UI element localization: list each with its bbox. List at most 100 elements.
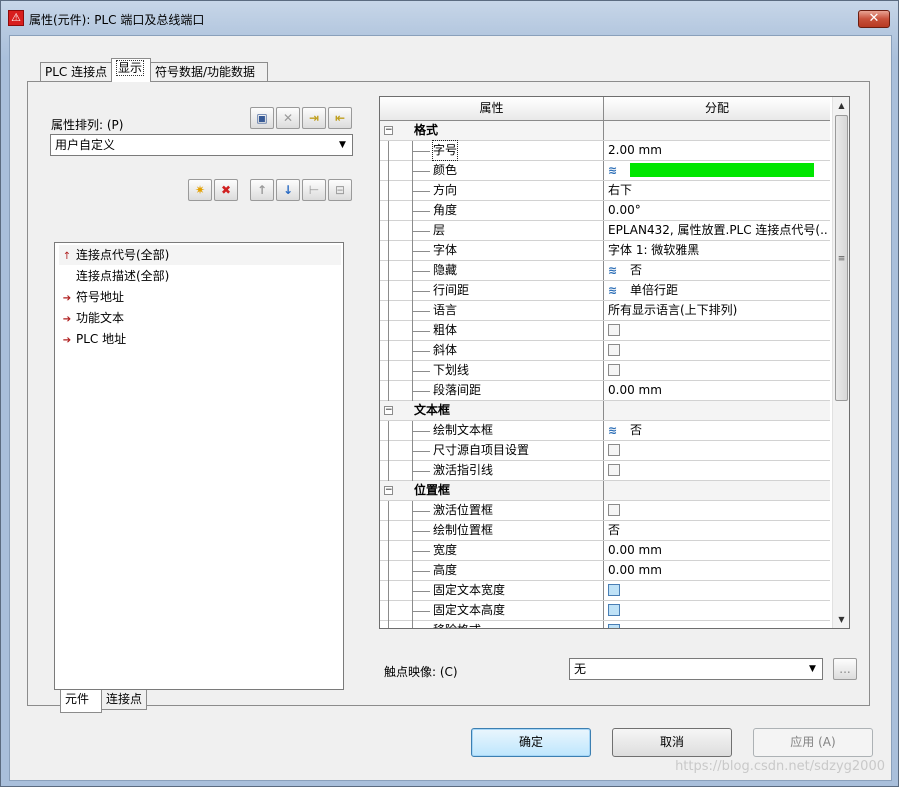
property-value-cell[interactable]	[606, 401, 828, 420]
property-value-cell[interactable]	[606, 581, 828, 600]
property-value-cell[interactable]: ≋ 否	[606, 261, 828, 280]
grid-category-row[interactable]: − 格式	[380, 121, 830, 141]
grid-property-row[interactable]: 行间距 ≋ 单倍行距	[380, 281, 830, 301]
checkbox[interactable]	[608, 443, 620, 456]
property-grid[interactable]: 属性 分配 − 格式 字号 2.00 mm 颜色 ≋ 方向 右下 角度 0.00° 层 EPLAN43…	[379, 96, 850, 629]
property-value-cell[interactable]: 所有显示语言(上下排列)	[606, 301, 828, 320]
close-button[interactable]: ✕	[858, 10, 890, 28]
grid-category-row[interactable]: − 位置框	[380, 481, 830, 501]
column-header-value[interactable]: 分配	[604, 97, 830, 120]
collapse-icon[interactable]: −	[384, 126, 393, 135]
grid-property-row[interactable]: 斜体	[380, 341, 830, 361]
grid-property-row[interactable]: 隐藏 ≋ 否	[380, 261, 830, 281]
grid-property-row[interactable]: 角度 0.00°	[380, 201, 830, 221]
property-value-cell[interactable]	[606, 501, 828, 520]
browse-button[interactable]: ...	[833, 658, 857, 680]
tab-display[interactable]: 显示	[111, 58, 151, 82]
collapse-icon[interactable]: −	[384, 406, 393, 415]
collapse-icon[interactable]: −	[384, 486, 393, 495]
grid-property-row[interactable]: 移除格式	[380, 621, 830, 628]
property-value-cell[interactable]: 2.00 mm	[606, 141, 828, 160]
scroll-down-icon[interactable]: ▼	[833, 611, 849, 628]
checkbox[interactable]	[608, 463, 620, 476]
grid-property-row[interactable]: 段落间距 0.00 mm	[380, 381, 830, 401]
delete-icon[interactable]: ✖	[214, 179, 238, 201]
separate-icon[interactable]: ⊢	[302, 179, 326, 201]
tab-component[interactable]: 元件	[60, 690, 102, 713]
import-icon[interactable]: ⇥	[302, 107, 326, 129]
checkbox[interactable]	[608, 363, 620, 376]
merge-icon[interactable]: ⊟	[328, 179, 352, 201]
grid-property-row[interactable]: 绘制位置框 否	[380, 521, 830, 541]
grid-property-row[interactable]: 下划线	[380, 361, 830, 381]
title-bar[interactable]: ⚠ 属性(元件): PLC 端口及总线端口 ✕	[1, 1, 898, 35]
property-value-cell[interactable]	[606, 361, 828, 380]
grid-property-row[interactable]: 固定文本高度	[380, 601, 830, 621]
grid-property-row[interactable]: 颜色 ≋	[380, 161, 830, 181]
property-value-cell[interactable]: 字体 1: 微软雅黑	[606, 241, 828, 260]
property-value-cell[interactable]	[606, 441, 828, 460]
checkbox[interactable]	[608, 323, 620, 336]
grid-property-row[interactable]: 激活位置框	[380, 501, 830, 521]
scroll-thumb[interactable]: ≡	[835, 115, 848, 401]
property-value-cell[interactable]: 右下	[606, 181, 828, 200]
property-value-cell[interactable]: EPLAN432, 属性放置.PLC 连接点代号(...	[606, 221, 828, 240]
tab-symbol-function-data[interactable]: 符号数据/功能数据	[150, 62, 268, 82]
column-header-property[interactable]: 属性	[380, 97, 604, 120]
property-value-cell[interactable]	[606, 121, 828, 140]
cancel-button[interactable]: 取消	[612, 728, 732, 757]
list-item[interactable]: ➔ PLC 地址	[59, 329, 126, 349]
property-value-cell[interactable]: 0.00°	[606, 201, 828, 220]
list-item[interactable]: ➔ 符号地址	[59, 287, 124, 307]
property-value-cell[interactable]	[606, 621, 828, 628]
grid-property-row[interactable]: 宽度 0.00 mm	[380, 541, 830, 561]
property-value-cell[interactable]: 否	[606, 521, 828, 540]
grid-property-row[interactable]: 字体 字体 1: 微软雅黑	[380, 241, 830, 261]
grid-category-row[interactable]: − 文本框	[380, 401, 830, 421]
grid-property-row[interactable]: 层 EPLAN432, 属性放置.PLC 连接点代号(...	[380, 221, 830, 241]
checkbox[interactable]	[608, 583, 620, 596]
grid-property-row[interactable]: 固定文本宽度	[380, 581, 830, 601]
grid-property-row[interactable]: 方向 右下	[380, 181, 830, 201]
property-value-cell[interactable]: 0.00 mm	[606, 541, 828, 560]
checkbox[interactable]	[608, 623, 620, 628]
property-value-cell[interactable]	[606, 461, 828, 480]
tab-plc-connection[interactable]: PLC 连接点	[40, 62, 112, 82]
property-value-cell[interactable]: ≋	[606, 161, 828, 180]
list-item[interactable]: ↑ 连接点代号(全部)	[59, 245, 341, 265]
property-value-cell[interactable]	[606, 321, 828, 340]
ok-button[interactable]: 确定	[471, 728, 591, 757]
color-swatch[interactable]	[630, 162, 814, 177]
property-value-cell[interactable]: 0.00 mm	[606, 561, 828, 580]
move-up-icon[interactable]: ↑	[250, 179, 274, 201]
move-down-icon[interactable]: ↓	[276, 179, 300, 201]
checkbox[interactable]	[608, 343, 620, 356]
grid-scrollbar[interactable]: ▲ ≡ ▼	[832, 97, 849, 628]
grid-property-row[interactable]: 激活指引线	[380, 461, 830, 481]
grid-property-row[interactable]: 尺寸源自项目设置	[380, 441, 830, 461]
property-arrangement-list[interactable]: ↑ 连接点代号(全部) 连接点描述(全部) ➔ 符号地址 ➔ 功能文本 ➔ PLC 地址	[54, 242, 344, 690]
grid-property-row[interactable]: 高度 0.00 mm	[380, 561, 830, 581]
grid-property-row[interactable]: 语言 所有显示语言(上下排列)	[380, 301, 830, 321]
grid-property-row[interactable]: 绘制文本框 ≋ 否	[380, 421, 830, 441]
checkbox[interactable]	[608, 503, 620, 516]
tab-connection-point[interactable]: 连接点	[101, 690, 147, 710]
mapping-select[interactable]: 无 ▼	[569, 658, 823, 680]
grid-property-row[interactable]: 粗体	[380, 321, 830, 341]
checkbox[interactable]	[608, 603, 620, 616]
new-icon[interactable]: ✷	[188, 179, 212, 201]
property-value-cell[interactable]: 0.00 mm	[606, 381, 828, 400]
property-value-cell[interactable]	[606, 341, 828, 360]
scroll-up-icon[interactable]: ▲	[833, 97, 849, 114]
apply-button[interactable]: 应用 (A)	[753, 728, 873, 757]
property-value-cell[interactable]: ≋ 单倍行距	[606, 281, 828, 300]
delete-scheme-icon[interactable]: ✕	[276, 107, 300, 129]
grid-property-row[interactable]: 字号 2.00 mm	[380, 140, 830, 161]
property-value-cell[interactable]	[606, 481, 828, 500]
sort-select[interactable]: 用户自定义 ▼	[50, 134, 353, 156]
property-value-cell[interactable]	[606, 601, 828, 620]
property-value-cell[interactable]: ≋ 否	[606, 421, 828, 440]
list-item[interactable]: ➔ 功能文本	[59, 308, 124, 328]
list-item[interactable]: 连接点描述(全部)	[59, 266, 169, 286]
save-icon[interactable]: ▣	[250, 107, 274, 129]
